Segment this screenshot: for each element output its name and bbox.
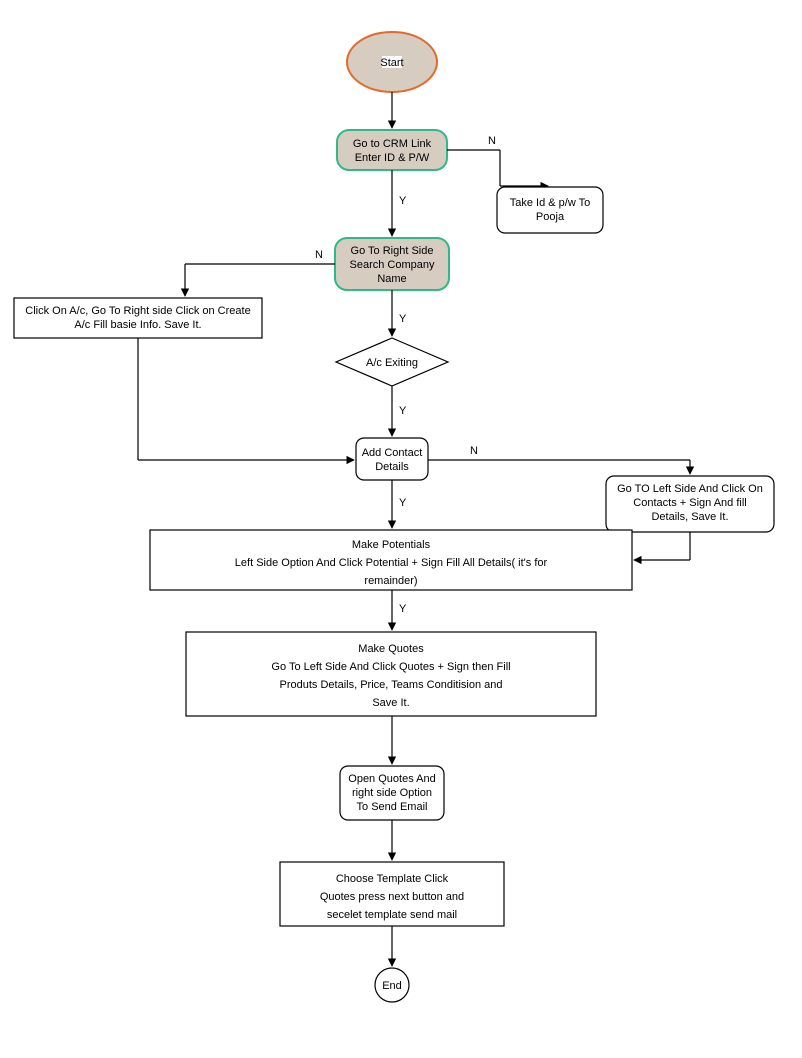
take-id-node <box>497 187 603 233</box>
crm-n-label: N <box>488 135 496 147</box>
pot-y-label: Y <box>399 603 407 615</box>
ac-exiting-label: A/c Exiting <box>366 357 418 369</box>
quotes-label-2: Go To Left Side And Click Quotes + Sign … <box>271 661 510 673</box>
search-label-1: Go To Right Side <box>351 245 434 257</box>
add-contact-label-1: Add Contact <box>362 447 423 459</box>
open-quotes-label-1: Open Quotes And <box>348 773 435 785</box>
goto-left-label-2: Contacts + Sign And fill <box>633 497 746 509</box>
create-ac-node <box>14 298 262 338</box>
create-ac-label-2: A/c Fill basie Info. Save It. <box>74 319 201 331</box>
take-id-label-1: Take Id & p/w To <box>510 197 591 209</box>
quotes-label-4: Save It. <box>372 697 409 709</box>
search-label-3: Name <box>377 273 406 285</box>
take-id-label-2: Pooja <box>536 211 565 223</box>
flowchart-diagram: Start Go to CRM Link Enter ID & P/W N Ta… <box>0 0 802 1058</box>
search-y-label: Y <box>399 313 407 325</box>
ac-y-label: Y <box>399 405 407 417</box>
quotes-label-3: Produts Details, Price, Teams Conditisio… <box>280 679 503 691</box>
add-y-label: Y <box>399 497 407 509</box>
crm-link-label-2: Enter ID & P/W <box>355 152 430 164</box>
template-label-1: Choose Template Click <box>336 873 449 885</box>
open-quotes-label-2: right side Option <box>352 787 432 799</box>
start-label: Start <box>380 57 403 69</box>
add-contact-label-2: Details <box>375 461 409 473</box>
goto-left-label-3: Details, Save It. <box>651 511 728 523</box>
search-n-label: N <box>315 249 323 261</box>
crm-y-label: Y <box>399 195 407 207</box>
search-label-2: Search Company <box>350 259 435 271</box>
add-n-label: N <box>470 445 478 457</box>
create-ac-label-1: Click On A/c, Go To Right side Click on … <box>25 305 250 317</box>
goto-left-label-1: Go TO Left Side And Click On <box>617 483 763 495</box>
template-label-2: Quotes press next button and <box>320 891 464 903</box>
open-quotes-label-3: To Send Email <box>357 801 428 813</box>
quotes-label-1: Make Quotes <box>358 643 424 655</box>
potentials-label-3: remainder) <box>364 575 417 587</box>
potentials-label-1: Make Potentials <box>352 539 431 551</box>
potentials-label-2: Left Side Option And Click Potential + S… <box>235 557 548 569</box>
crm-link-node <box>337 130 447 170</box>
crm-link-label-1: Go to CRM Link <box>353 138 432 150</box>
end-label: End <box>382 980 402 992</box>
add-contact-node <box>356 438 428 480</box>
template-label-3: secelet template send mail <box>327 909 457 921</box>
